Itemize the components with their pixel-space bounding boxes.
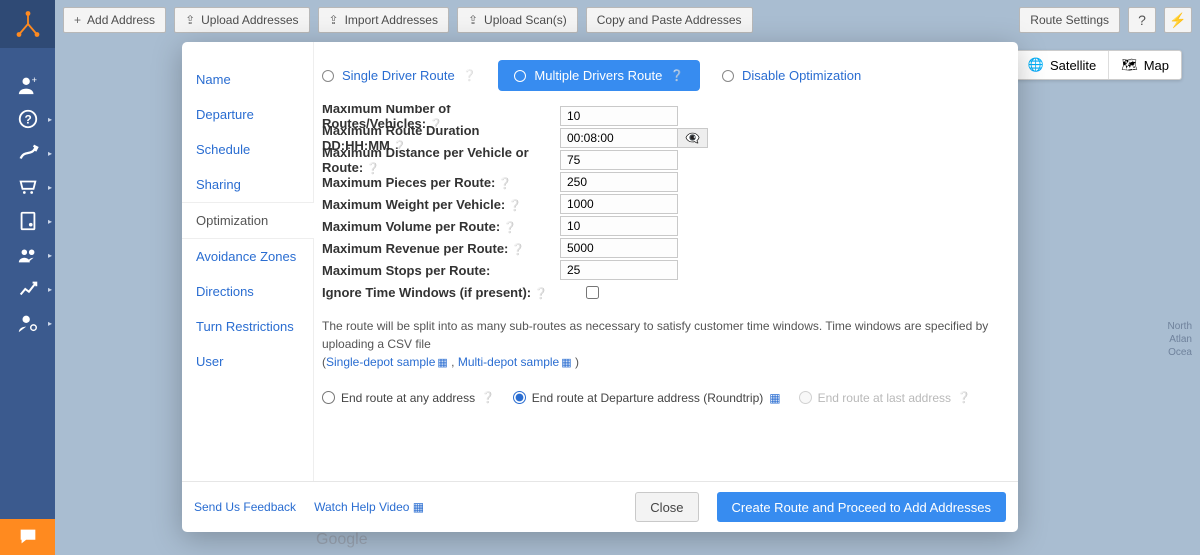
btn-label: Route Settings bbox=[1030, 13, 1109, 27]
label-max-pieces: Maximum Pieces per Route:❔ bbox=[322, 175, 560, 190]
input-max-distance[interactable] bbox=[560, 150, 678, 170]
sidebar-user-settings-icon[interactable]: ▸ bbox=[0, 306, 55, 340]
video-icon: ▦ bbox=[437, 357, 447, 369]
input-max-duration[interactable] bbox=[560, 128, 678, 148]
sidebar-team-icon[interactable]: ▸ bbox=[0, 238, 55, 272]
label: Multiple Drivers Route bbox=[534, 68, 662, 83]
input-max-revenue[interactable] bbox=[560, 238, 678, 258]
svg-text:+: + bbox=[31, 75, 36, 85]
driver-type-tabs: Single Driver Route ❔ Multiple Drivers Ro… bbox=[314, 42, 1018, 105]
label: Disable Optimization bbox=[742, 68, 861, 83]
input-max-volume[interactable] bbox=[560, 216, 678, 236]
upload-scans-button[interactable]: ⇪ Upload Scan(s) bbox=[457, 7, 578, 33]
optimization-modal: Name Departure Schedule Sharing Optimiza… bbox=[182, 42, 1018, 532]
optimization-form: Maximum Number of Routes/Vehicles:❔ Maxi… bbox=[314, 105, 1018, 376]
satellite-toggle[interactable]: 🌐 Satellite bbox=[1016, 51, 1108, 79]
plus-icon: + bbox=[74, 13, 81, 27]
modal-tab-name[interactable]: Name bbox=[182, 62, 313, 97]
svg-text:?: ? bbox=[24, 113, 31, 127]
import-addresses-button[interactable]: ⇪ Import Addresses bbox=[318, 7, 449, 33]
label: Map bbox=[1144, 58, 1169, 73]
btn-label: Add Address bbox=[87, 13, 155, 27]
btn-label: Copy and Paste Addresses bbox=[597, 13, 742, 27]
modal-tab-directions[interactable]: Directions bbox=[182, 274, 313, 309]
end-last-address: End route at last address❔ bbox=[799, 391, 971, 405]
top-toolbar: + Add Address ⇪ Upload Addresses ⇪ Import A… bbox=[55, 0, 1200, 40]
map-toggle[interactable]: 🗺 Map bbox=[1108, 51, 1181, 79]
time-window-note: The route will be split into as many sub… bbox=[322, 317, 1010, 372]
btn-label: Upload Scan(s) bbox=[484, 13, 567, 27]
label: Single Driver Route bbox=[342, 68, 455, 83]
sidebar-help-icon[interactable]: ?▸ bbox=[0, 102, 55, 136]
modal-tab-avoidance[interactable]: Avoidance Zones bbox=[182, 239, 313, 274]
modal-tab-schedule[interactable]: Schedule bbox=[182, 132, 313, 167]
btn-label: Upload Addresses bbox=[201, 13, 298, 27]
video-icon: ▦ bbox=[769, 391, 780, 405]
upload-icon: ⇪ bbox=[185, 13, 195, 27]
tab-disable-optimization[interactable]: Disable Optimization bbox=[722, 68, 861, 83]
help-icon: ❔ bbox=[670, 69, 684, 82]
sidebar-add-user-icon[interactable]: + bbox=[0, 68, 55, 102]
globe-icon: 🌐 bbox=[1028, 57, 1044, 73]
link-single-depot-sample[interactable]: Single-depot sample bbox=[326, 355, 435, 369]
map-icon: 🗺 bbox=[1121, 57, 1138, 73]
watch-help-video-link[interactable]: Watch Help Video ▦ bbox=[314, 500, 424, 514]
modal-tab-turn-restrictions[interactable]: Turn Restrictions bbox=[182, 309, 313, 344]
route-settings-button[interactable]: Route Settings bbox=[1019, 7, 1120, 33]
input-max-weight[interactable] bbox=[560, 194, 678, 214]
duration-picker-button[interactable]: 👁‍🗨 bbox=[678, 128, 708, 148]
label-max-revenue: Maximum Revenue per Route:❔ bbox=[322, 241, 560, 256]
help-button[interactable]: ? bbox=[1128, 7, 1156, 33]
create-route-button[interactable]: Create Route and Proceed to Add Addresse… bbox=[717, 492, 1006, 522]
copy-paste-button[interactable]: Copy and Paste Addresses bbox=[586, 7, 753, 33]
modal-tab-user[interactable]: User bbox=[182, 344, 313, 379]
chat-fab[interactable] bbox=[0, 519, 55, 555]
label-max-volume: Maximum Volume per Route:❔ bbox=[322, 219, 560, 234]
input-max-stops[interactable] bbox=[560, 260, 678, 280]
modal-footer: Send Us Feedback Watch Help Video ▦ Clos… bbox=[182, 481, 1018, 532]
checkbox-ignore-tw[interactable] bbox=[586, 286, 599, 299]
modal-tab-departure[interactable]: Departure bbox=[182, 97, 313, 132]
quick-action-button[interactable]: ⚡ bbox=[1164, 7, 1192, 33]
label-max-stops: Maximum Stops per Route: bbox=[322, 263, 560, 278]
input-max-routes[interactable] bbox=[560, 106, 678, 126]
video-icon: ▦ bbox=[413, 500, 424, 514]
sidebar-analytics-icon[interactable]: ▸ bbox=[0, 272, 55, 306]
send-feedback-link[interactable]: Send Us Feedback bbox=[194, 500, 296, 514]
map-layer-toggle: 🌐 Satellite 🗺 Map bbox=[1015, 50, 1182, 80]
label-ignore-tw: Ignore Time Windows (if present):❔ bbox=[322, 285, 560, 300]
modal-tab-optimization[interactable]: Optimization bbox=[182, 202, 314, 239]
sidebar-cart-icon[interactable]: ▸ bbox=[0, 170, 55, 204]
bolt-icon: ⚡ bbox=[1169, 12, 1186, 29]
modal-sidebar: Name Departure Schedule Sharing Optimiza… bbox=[182, 42, 314, 481]
upload-icon: ⇪ bbox=[468, 13, 478, 27]
help-icon: ❔ bbox=[463, 69, 477, 82]
modal-tab-sharing[interactable]: Sharing bbox=[182, 167, 313, 202]
btn-label: Import Addresses bbox=[345, 13, 438, 27]
end-roundtrip[interactable]: End route at Departure address (Roundtri… bbox=[513, 391, 781, 405]
label-max-weight: Maximum Weight per Vehicle:❔ bbox=[322, 197, 560, 212]
input-max-pieces[interactable] bbox=[560, 172, 678, 192]
sidebar-address-book-icon[interactable]: ▸ bbox=[0, 204, 55, 238]
video-icon: ▦ bbox=[561, 357, 571, 369]
end-route-options: End route at any address❔ End route at D… bbox=[314, 376, 1018, 411]
app-sidebar: + ?▸ ▸ ▸ ▸ ▸ ▸ ▸ bbox=[0, 0, 55, 555]
close-button[interactable]: Close bbox=[635, 492, 698, 522]
label: Satellite bbox=[1050, 58, 1096, 73]
map-ocean-label: North Atlan Ocea bbox=[1168, 320, 1192, 359]
end-any-address[interactable]: End route at any address❔ bbox=[322, 391, 495, 405]
google-attribution: Google bbox=[316, 531, 368, 549]
tab-single-driver[interactable]: Single Driver Route ❔ bbox=[322, 68, 476, 83]
help-icon: ? bbox=[1138, 12, 1146, 28]
import-icon: ⇪ bbox=[329, 13, 339, 27]
app-logo bbox=[0, 0, 55, 48]
tab-multiple-drivers[interactable]: Multiple Drivers Route ❔ bbox=[498, 60, 700, 91]
label-max-distance: Maximum Distance per Vehicle or Route:❔ bbox=[322, 145, 560, 175]
add-address-button[interactable]: + Add Address bbox=[63, 7, 166, 33]
upload-addresses-button[interactable]: ⇪ Upload Addresses bbox=[174, 7, 309, 33]
sidebar-routes-icon[interactable]: ▸ bbox=[0, 136, 55, 170]
link-multi-depot-sample[interactable]: Multi-depot sample bbox=[458, 355, 559, 369]
